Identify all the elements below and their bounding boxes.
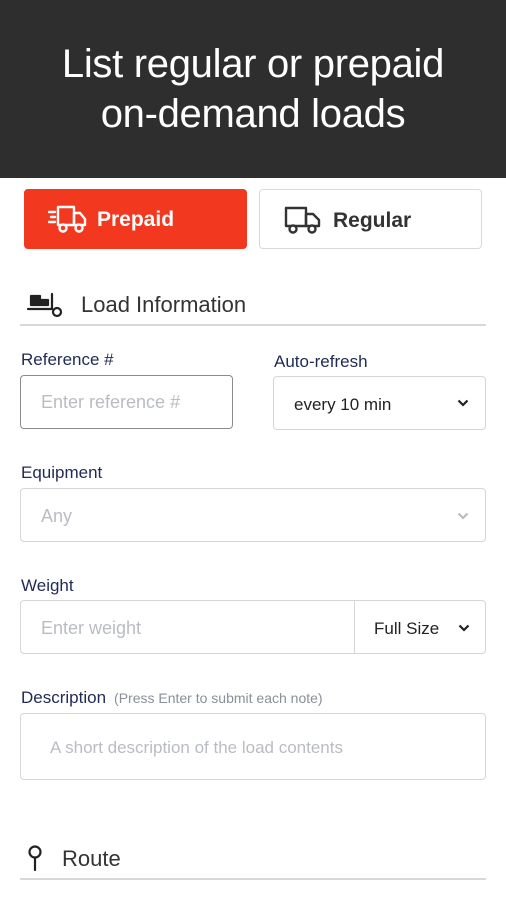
weight-unit-select[interactable]: Full Size <box>355 601 486 653</box>
description-hint: (Press Enter to submit each note) <box>114 690 323 706</box>
description-input[interactable]: A short description of the load contents <box>20 713 486 780</box>
weight-input[interactable]: Enter weight <box>41 618 141 639</box>
section-title-route: Route <box>62 846 121 871</box>
reference-input[interactable]: Enter reference # <box>20 375 233 429</box>
promo-banner: List regular or prepaid on-demand loads <box>0 0 506 178</box>
reference-label: Reference # <box>21 350 114 369</box>
prepaid-label: Prepaid <box>97 208 175 231</box>
load-cart-icon <box>26 292 63 318</box>
description-placeholder: A short description of the load contents <box>50 738 343 757</box>
description-label-text: Description <box>21 688 107 707</box>
equipment-label: Equipment <box>21 463 103 482</box>
weight-label: Weight <box>21 576 74 595</box>
auto-refresh-select[interactable]: every 10 min <box>273 376 486 430</box>
section-title-load-information: Load Information <box>81 292 247 317</box>
banner-headline-line2: on-demand loads <box>100 92 406 136</box>
equipment-value: Any <box>41 506 73 526</box>
fast-truck-icon <box>48 205 87 233</box>
route-header: Route <box>20 842 486 880</box>
load-information-header: Load Information <box>20 288 486 326</box>
weight-unit-value: Full Size <box>374 619 440 638</box>
auto-refresh-label: Auto-refresh <box>274 352 368 371</box>
reference-placeholder: Enter reference # <box>41 392 181 412</box>
auto-refresh-value: every 10 min <box>294 395 392 414</box>
regular-label: Regular <box>333 209 412 232</box>
equipment-select[interactable]: Any <box>20 488 486 542</box>
prepaid-toggle-button[interactable]: Prepaid <box>24 189 247 249</box>
banner-headline-line1: List regular or prepaid <box>61 42 445 86</box>
regular-toggle-button[interactable]: Regular <box>259 189 482 249</box>
truck-icon <box>284 206 321 234</box>
chevron-down-icon <box>457 512 469 520</box>
description-label: Description (Press Enter to submit each n… <box>21 688 323 708</box>
location-pin-icon <box>28 845 42 872</box>
chevron-down-icon <box>458 624 470 632</box>
weight-field-group: Enter weight Full Size <box>20 600 486 654</box>
chevron-down-icon <box>457 399 469 407</box>
